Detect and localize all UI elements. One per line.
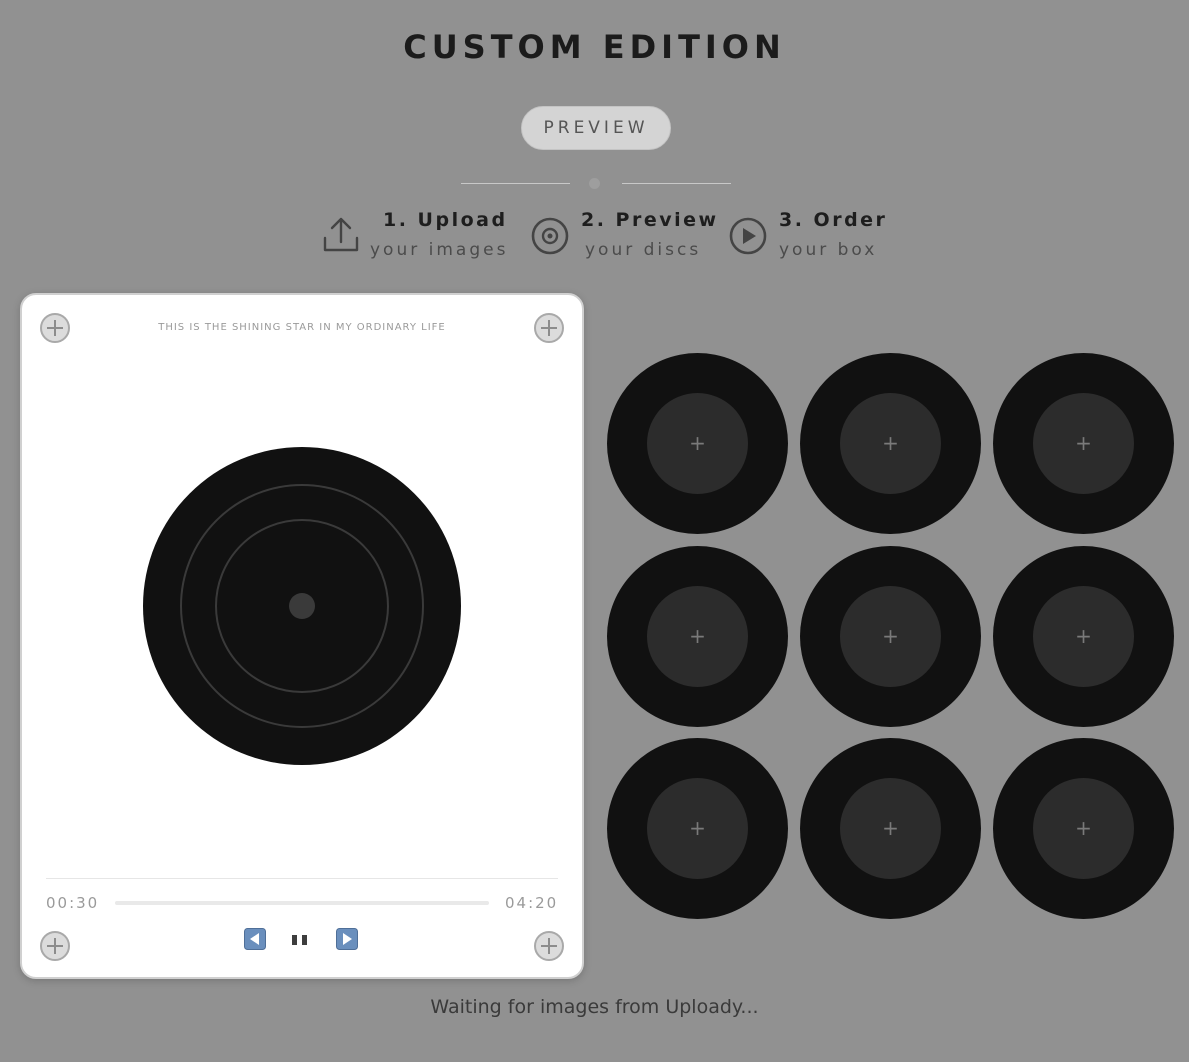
disc-slot[interactable]: + bbox=[800, 353, 981, 534]
page-title: CUSTOM EDITION bbox=[403, 28, 786, 66]
add-disc-image: + bbox=[1033, 778, 1134, 879]
add-disc-image: + bbox=[840, 393, 941, 494]
disc-slot[interactable]: + bbox=[607, 353, 788, 534]
pause-icon[interactable] bbox=[290, 933, 310, 947]
add-disc-image: + bbox=[647, 586, 748, 687]
disc-slot[interactable]: + bbox=[993, 353, 1174, 534]
preview-button[interactable]: PREVIEW bbox=[521, 106, 671, 150]
disc-slot[interactable]: + bbox=[800, 546, 981, 727]
next-track-icon[interactable] bbox=[336, 928, 358, 950]
add-disc-image: + bbox=[840, 586, 941, 687]
step-subtitle: your images bbox=[370, 240, 509, 260]
time-total: 04:20 bbox=[505, 894, 559, 912]
disc-slot[interactable]: + bbox=[993, 546, 1174, 727]
step-title: 3. Order bbox=[779, 209, 888, 231]
add-disc-image: + bbox=[647, 778, 748, 879]
disc-target-icon bbox=[531, 217, 569, 255]
step-order: 3. Order your box bbox=[728, 206, 888, 266]
step-title: 2. Preview bbox=[581, 209, 719, 231]
divider-line-right bbox=[622, 183, 731, 184]
previous-track-icon[interactable] bbox=[244, 928, 266, 950]
disc-slot[interactable]: + bbox=[800, 738, 981, 919]
status-message: Waiting for images from Uploady... bbox=[430, 996, 759, 1018]
player-caption: THIS IS THE SHINING STAR IN MY ORDINARY … bbox=[158, 322, 446, 333]
step-upload: 1. Upload your images bbox=[322, 206, 512, 266]
progress-bar[interactable] bbox=[115, 901, 489, 905]
step-subtitle: your discs bbox=[585, 240, 702, 260]
add-bottom-left-button[interactable] bbox=[40, 931, 70, 961]
add-disc-image: + bbox=[840, 778, 941, 879]
divider-dot bbox=[589, 178, 600, 189]
disc-slot[interactable]: + bbox=[607, 546, 788, 727]
player-divider bbox=[46, 878, 558, 879]
disc-slot[interactable]: + bbox=[607, 738, 788, 919]
add-bottom-right-button[interactable] bbox=[534, 931, 564, 961]
divider-line-left bbox=[461, 183, 570, 184]
play-circle-icon bbox=[729, 217, 767, 255]
player-card: THIS IS THE SHINING STAR IN MY ORDINARY … bbox=[20, 293, 584, 979]
step-preview: 2. Preview your discs bbox=[530, 206, 716, 266]
step-subtitle: your box bbox=[779, 240, 878, 260]
upload-icon bbox=[323, 217, 359, 252]
add-disc-image: + bbox=[647, 393, 748, 494]
add-disc-image: + bbox=[1033, 393, 1134, 494]
disc-slot[interactable]: + bbox=[993, 738, 1174, 919]
vinyl-disc bbox=[143, 447, 461, 765]
add-disc-image: + bbox=[1033, 586, 1134, 687]
time-current: 00:30 bbox=[46, 894, 100, 912]
step-title: 1. Upload bbox=[383, 209, 508, 231]
